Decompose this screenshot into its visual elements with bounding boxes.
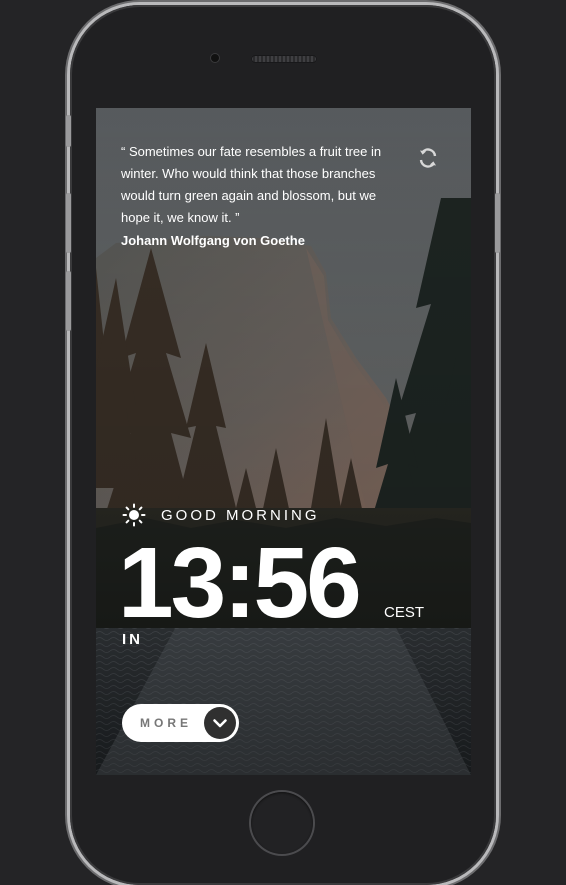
front-camera — [211, 54, 219, 62]
volume-down-button — [66, 271, 71, 331]
speaker-grille — [251, 55, 317, 63]
chevron-down-icon — [204, 707, 236, 739]
refresh-icon — [419, 148, 437, 168]
quote-text: “ Sometimes our fate resembles a fruit t… — [121, 144, 382, 225]
power-button — [495, 193, 500, 253]
clock-timezone: CEST — [384, 604, 425, 621]
quote-block: “ Sometimes our fate resembles a fruit t… — [121, 141, 391, 248]
volume-up-button — [66, 193, 71, 253]
refresh-quote-button[interactable] — [416, 146, 440, 170]
home-button — [251, 792, 313, 854]
silent-switch — [66, 115, 71, 147]
clock-time: 13:56 — [118, 527, 362, 639]
greeting-text: GOOD MORNING — [161, 506, 320, 524]
more-button-label: MORE — [140, 716, 192, 730]
more-button[interactable]: MORE — [122, 704, 239, 742]
app-screen: “ Sometimes our fate resembles a fruit t… — [96, 108, 471, 775]
location-label: IN — [122, 631, 143, 648]
quote-author: Johann Wolfgang von Goethe — [121, 233, 305, 248]
